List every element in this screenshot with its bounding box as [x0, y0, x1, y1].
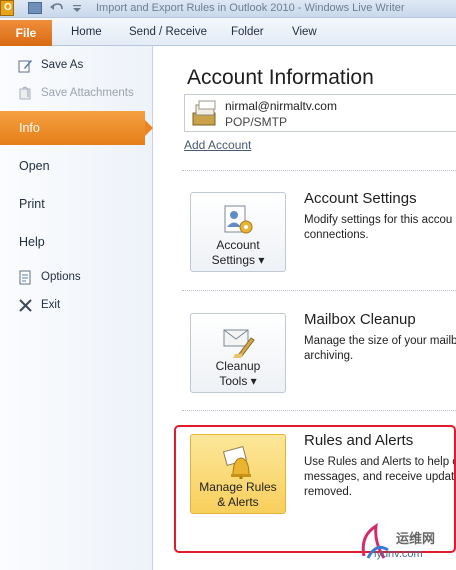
save-as-command[interactable]: Save As	[0, 54, 153, 78]
options-command[interactable]: Options	[0, 266, 153, 290]
exit-icon	[18, 298, 33, 313]
tab-home[interactable]: Home	[71, 26, 102, 38]
tab-file[interactable]: File	[0, 20, 52, 46]
account-settings-icon	[221, 203, 255, 237]
account-email: nirmal@nirmaltv.com	[225, 99, 337, 113]
mailbox-cleanup-desc-line-2: archiving.	[304, 350, 354, 362]
cleanup-tools-icon	[221, 324, 255, 358]
add-account-link[interactable]: Add Account	[184, 138, 251, 152]
mail-account-icon	[191, 99, 219, 127]
account-settings-button-label-2: Settings ▾	[211, 253, 265, 267]
cleanup-tools-button-label-2: Tools ▾	[219, 374, 257, 388]
tab-send-receive[interactable]: Send / Receive	[129, 26, 207, 38]
quick-access-undo-icon[interactable]	[50, 2, 64, 14]
quick-access-customize-icon[interactable]	[72, 2, 82, 14]
tab-folder[interactable]: Folder	[231, 26, 264, 38]
nav-tab-info[interactable]: Info	[0, 111, 153, 145]
divider	[182, 410, 456, 411]
watermark-text: 运维网	[396, 531, 436, 546]
account-settings-button-label: Account	[216, 238, 260, 252]
account-settings-desc-line-1: Modify settings for this accou	[304, 214, 453, 226]
save-as-icon	[18, 58, 33, 73]
nav-tab-help[interactable]: Help	[0, 225, 153, 259]
outlook-app-icon[interactable]: O	[0, 0, 14, 16]
nav-tab-open[interactable]: Open	[0, 149, 153, 183]
divider	[182, 290, 456, 291]
watermark-url: iyunv.com	[374, 548, 423, 560]
mailbox-cleanup-title: Mailbox Cleanup	[304, 311, 416, 328]
account-settings-title: Account Settings	[304, 190, 417, 207]
save-attachments-command: Save Attachments	[0, 82, 153, 106]
account-settings-desc-line-2: connections.	[304, 229, 369, 241]
ribbon-tab-bar: File Home Send / Receive Folder View	[0, 18, 456, 46]
options-icon	[18, 270, 33, 285]
account-settings-button[interactable]: Account Settings ▾	[190, 192, 286, 272]
divider	[182, 170, 456, 171]
window-title: Import and Export Rules in Outlook 2010 …	[96, 2, 405, 14]
account-type: POP/SMTP	[225, 115, 288, 129]
backstage-nav: Save As Save Attachments Info Open Print…	[0, 46, 153, 570]
tab-view[interactable]: View	[292, 26, 317, 38]
cleanup-tools-button[interactable]: Cleanup Tools ▾	[190, 313, 286, 393]
quick-access-save-icon[interactable]	[28, 2, 42, 14]
mailbox-cleanup-desc-line-1: Manage the size of your mailb	[304, 335, 456, 347]
title-bar: O Import and Export Rules in Outlook 201…	[0, 0, 456, 18]
watermark: 运维网 iyunv.com	[354, 520, 454, 568]
save-attachments-icon	[18, 86, 33, 101]
nav-tab-print[interactable]: Print	[0, 187, 153, 221]
account-selector[interactable]: nirmal@nirmaltv.com POP/SMTP	[184, 94, 456, 132]
cleanup-tools-button-label: Cleanup	[215, 359, 261, 373]
exit-command[interactable]: Exit	[0, 294, 153, 318]
page-title: Account Information	[187, 66, 374, 89]
